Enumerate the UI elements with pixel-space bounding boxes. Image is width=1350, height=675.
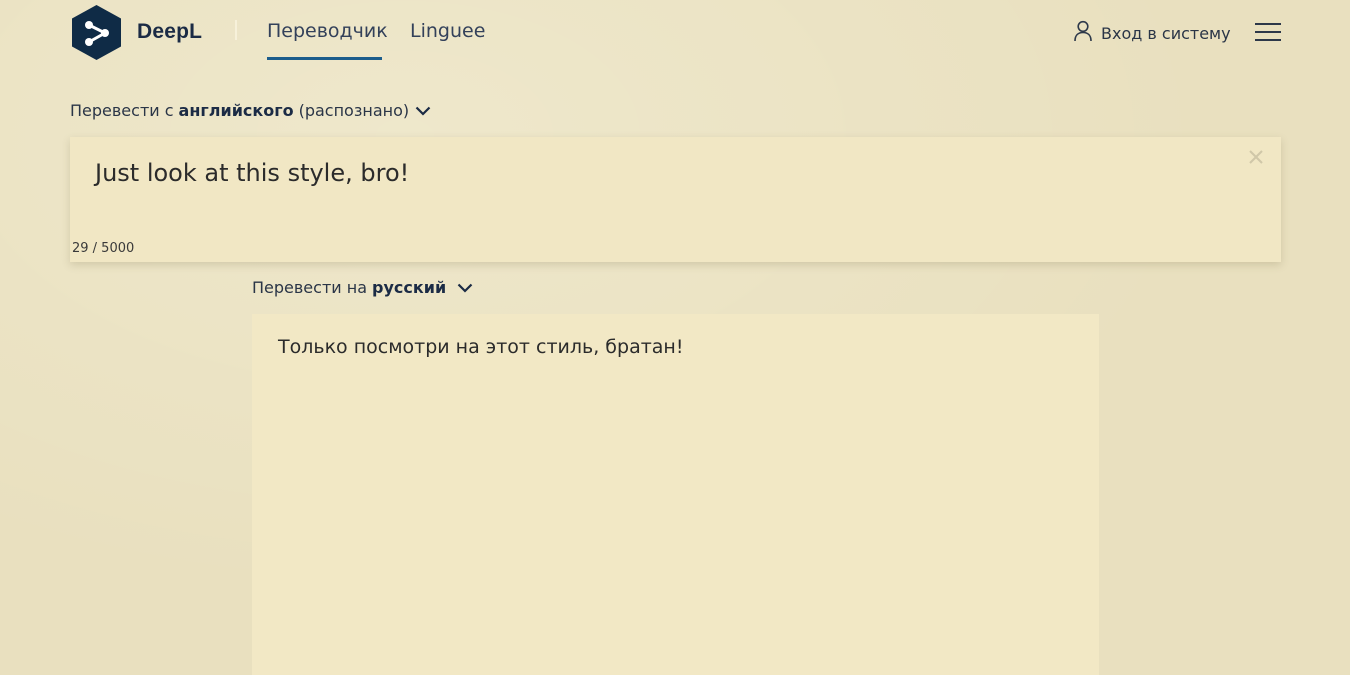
target-text-panel[interactable]: Только посмотри на этот стиль, братан! <box>252 314 1099 675</box>
source-language-selector[interactable]: Перевести с английского (распознано) <box>70 101 431 120</box>
character-counter: 29 / 5000 <box>72 241 135 256</box>
hamburger-menu-icon[interactable] <box>1255 22 1281 42</box>
target-language-selector[interactable]: Перевести на русский <box>252 278 473 297</box>
deepl-logo-icon[interactable] <box>70 4 123 61</box>
login-label: Вход в систему <box>1101 23 1231 43</box>
user-icon <box>1073 20 1093 46</box>
translation-output[interactable]: Только посмотри на этот стиль, братан! <box>278 336 683 358</box>
target-language-prefix: Перевести на <box>252 278 368 297</box>
header-divider <box>235 20 237 40</box>
tab-translator[interactable]: Переводчик <box>267 20 388 60</box>
login-button[interactable]: Вход в систему <box>1073 20 1231 46</box>
target-language-name: русский <box>372 278 447 297</box>
source-textarea[interactable]: Just look at this style, bro! <box>95 159 409 187</box>
chevron-down-icon <box>415 101 431 120</box>
close-icon[interactable] <box>1248 149 1264 165</box>
tab-linguee[interactable]: Linguee <box>410 20 485 60</box>
deepl-translator-page: DeepL Переводчик Linguee Вход в систему … <box>0 0 1350 675</box>
source-language-name: английского <box>178 101 294 120</box>
brand-name[interactable]: DeepL <box>137 20 202 44</box>
chevron-down-icon <box>457 278 473 297</box>
source-language-detected: (распознано) <box>298 101 410 120</box>
source-language-prefix: Перевести с <box>70 101 174 120</box>
source-text-panel[interactable]: Just look at this style, bro! 29 / 5000 <box>70 137 1281 262</box>
